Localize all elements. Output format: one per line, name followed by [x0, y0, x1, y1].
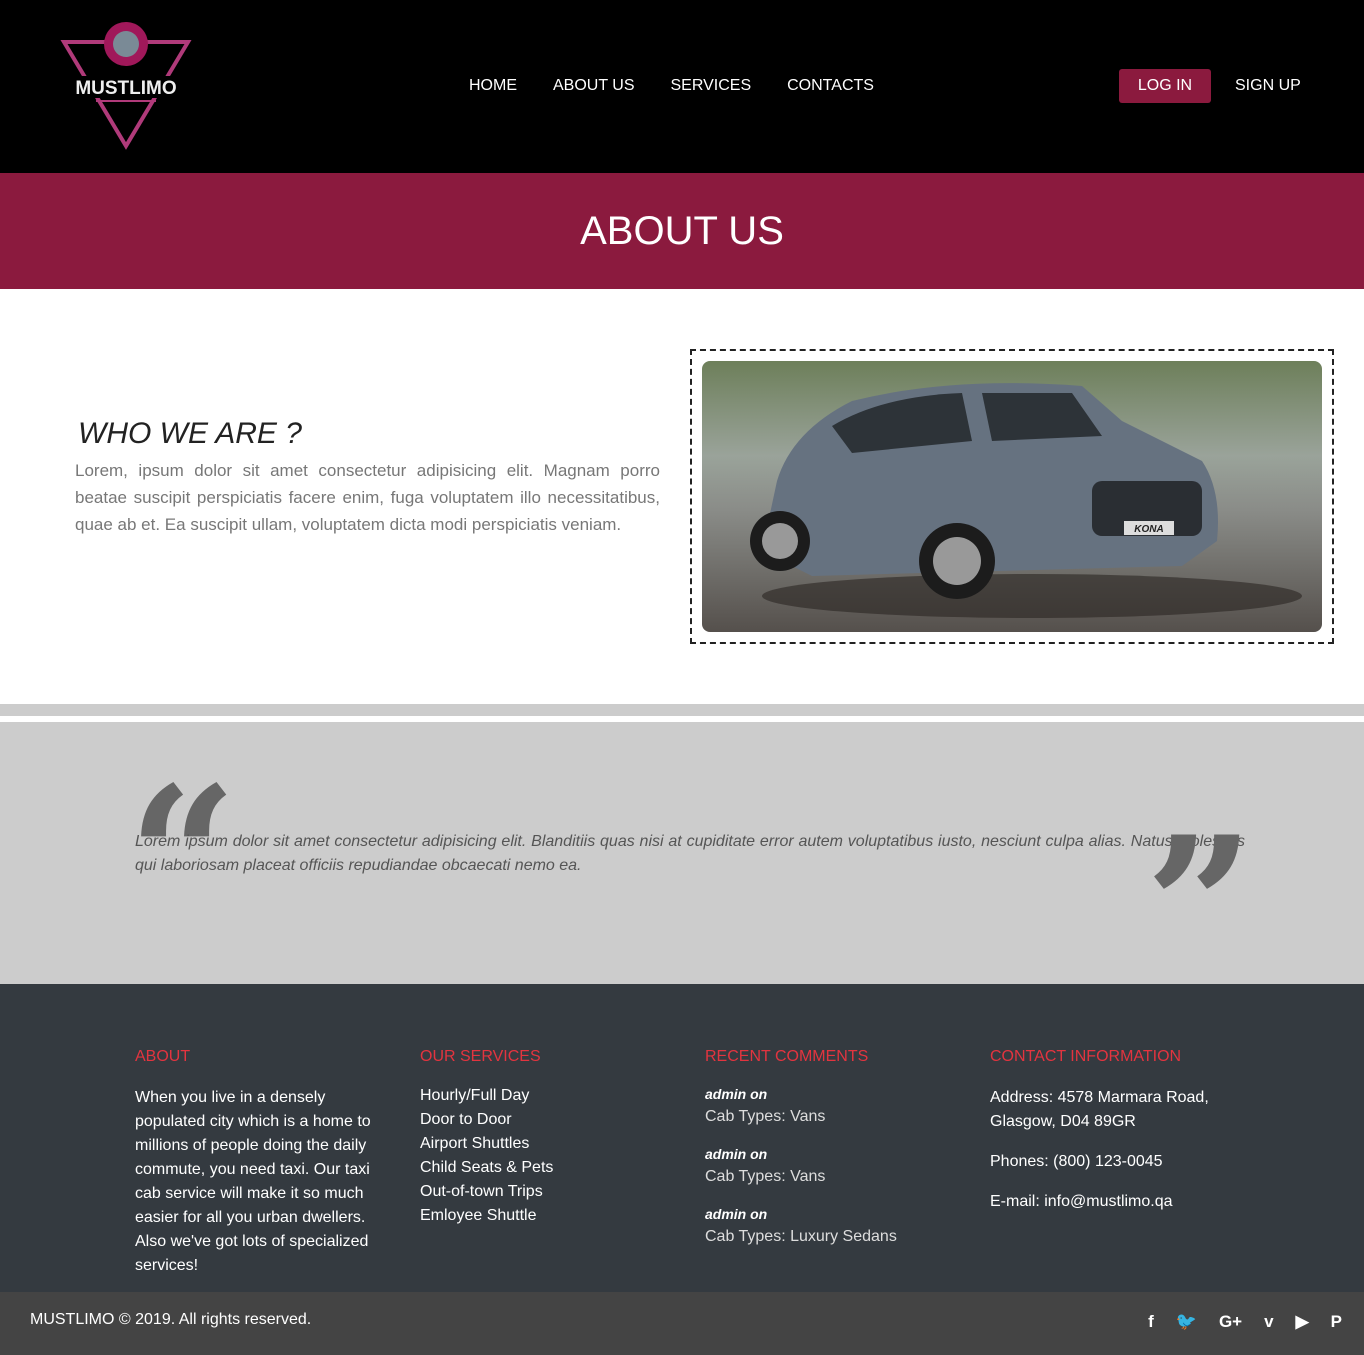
google-plus-icon[interactable]: G+	[1219, 1312, 1242, 1332]
comment-author: admin on	[705, 1146, 768, 1162]
footer-services-title: OUR SERVICES	[420, 1048, 541, 1065]
footer-comments-title: RECENT COMMENTS	[705, 1048, 869, 1065]
footer-contact-title: CONTACT INFORMATION	[990, 1048, 1182, 1065]
contact-phone: Phones: (800) 123-0045	[990, 1153, 1163, 1170]
login-button[interactable]: LOG IN	[1119, 69, 1211, 103]
about-section: WHO WE ARE ? Lorem, ipsum dolor sit amet…	[0, 289, 1364, 704]
license-plate: KONA	[1134, 524, 1163, 535]
nav-home[interactable]: HOME	[469, 77, 517, 95]
footer-contact: CONTACT INFORMATION Address: 4578 Marmar…	[990, 1048, 1230, 1214]
social-links: f 🐦 G+ v ▶ P	[1148, 1312, 1342, 1332]
footer-comments: RECENT COMMENTS admin on Cab Types: Vans…	[705, 1048, 960, 1266]
page-banner: ABOUT US	[0, 173, 1364, 289]
footer-about-title: ABOUT	[135, 1048, 191, 1065]
main-nav: HOME ABOUT US SERVICES CONTACTS	[469, 77, 874, 95]
nav-contacts[interactable]: CONTACTS	[787, 77, 874, 95]
svg-text:MUSTLIMO: MUSTLIMO	[75, 78, 176, 99]
twitter-icon[interactable]: 🐦	[1176, 1312, 1197, 1332]
nav-services[interactable]: SERVICES	[671, 77, 752, 95]
footer-services: OUR SERVICES Hourly/Full Day Door to Doo…	[420, 1048, 675, 1230]
mustlimo-logo[interactable]: MUSTLIMO	[60, 20, 192, 150]
comment-link[interactable]: Cab Types: Vans	[705, 1168, 960, 1186]
service-link[interactable]: Emloyee Shuttle	[420, 1201, 675, 1230]
image-frame: KONA	[690, 349, 1334, 644]
testimonial-text: Lorem ipsum dolor sit amet consectetur a…	[135, 833, 1245, 874]
page-title: ABOUT US	[580, 208, 784, 253]
footer-about: ABOUT When you live in a densely populat…	[135, 1048, 385, 1278]
footer: ABOUT When you live in a densely populat…	[0, 984, 1364, 1292]
car-image: KONA	[702, 361, 1322, 632]
pinterest-icon[interactable]: P	[1331, 1312, 1342, 1332]
comment-link[interactable]: Cab Types: Vans	[705, 1108, 960, 1126]
bottom-bar: MUSTLIMO © 2019. All rights reserved. f …	[0, 1292, 1364, 1355]
nav-about-us[interactable]: ABOUT US	[553, 77, 635, 95]
comment-author: admin on	[705, 1086, 768, 1102]
youtube-icon[interactable]: ▶	[1296, 1312, 1309, 1332]
contact-address: Address: 4578 Marmara Road, Glasgow, D04…	[990, 1089, 1209, 1130]
who-we-are-heading: WHO WE ARE ?	[78, 417, 302, 450]
contact-email[interactable]: E-mail: info@mustlimo.qa	[990, 1190, 1230, 1214]
divider	[0, 704, 1364, 716]
copyright: MUSTLIMO © 2019. All rights reserved.	[30, 1311, 312, 1328]
comment-author: admin on	[705, 1206, 768, 1222]
footer-about-text: When you live in a densely populated cit…	[135, 1089, 371, 1274]
facebook-icon[interactable]: f	[1148, 1312, 1154, 1332]
comment-link[interactable]: Cab Types: Luxury Sedans	[705, 1228, 960, 1246]
close-quote-icon: ”	[1145, 795, 1255, 1018]
about-text: Lorem, ipsum dolor sit amet consectetur …	[75, 461, 660, 534]
header: MUSTLIMO HOME ABOUT US SERVICES CONTACTS…	[0, 0, 1364, 173]
signup-link[interactable]: SIGN UP	[1235, 77, 1301, 95]
vimeo-icon[interactable]: v	[1264, 1312, 1273, 1332]
testimonial-section: “ Lorem ipsum dolor sit amet consectetur…	[0, 722, 1364, 1002]
